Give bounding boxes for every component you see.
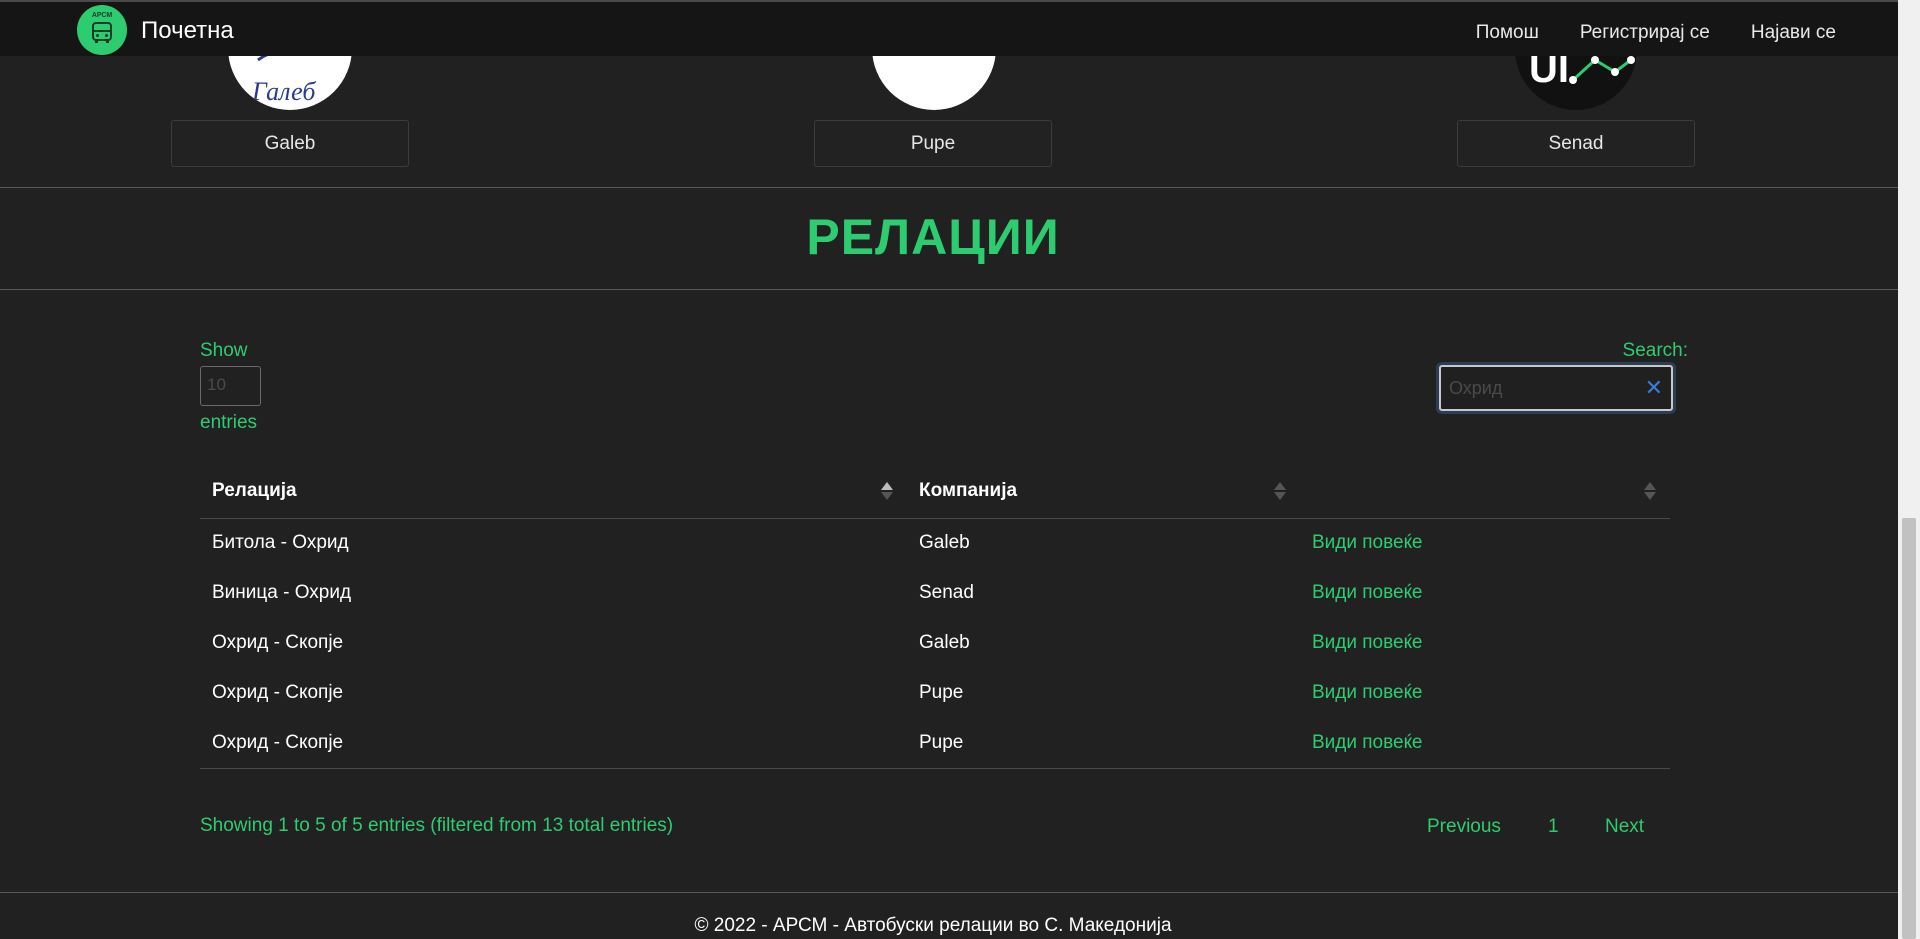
footer: © 2022 - АРСМ - Автобуски релации во С. … <box>694 915 1172 936</box>
table-row: Охрид - Скопје Galeb Види повеќе <box>200 619 1670 669</box>
company-cell: Pupe <box>919 732 964 753</box>
table-info: Showing 1 to 5 of 5 entries (filtered fr… <box>200 815 674 836</box>
page-scrollbar[interactable] <box>1898 0 1920 939</box>
entries-per-page-select[interactable]: 10 <box>200 366 261 406</box>
clear-search-icon[interactable]: ✕ <box>1645 375 1663 401</box>
pagination-previous[interactable]: Previous <box>1427 816 1501 838</box>
sort-asc-icon[interactable] <box>880 480 894 502</box>
view-more-link[interactable]: Види повеќе <box>1312 582 1422 604</box>
table-row: Виница - Охрид Senad Види повеќе <box>200 569 1670 619</box>
company-button-senad[interactable]: Senad <box>1457 120 1695 167</box>
nav-help[interactable]: Помош <box>1476 22 1539 44</box>
route-cell: Охрид - Скопје <box>212 632 344 653</box>
view-more-link[interactable]: Види повеќе <box>1312 632 1422 654</box>
company-button-pupe[interactable]: Pupe <box>814 120 1052 167</box>
route-cell: Виница - Охрид <box>212 582 352 603</box>
view-more-link[interactable]: Види повеќе <box>1312 532 1422 554</box>
table-header: Релација Компанија <box>200 464 1670 519</box>
section-title: РЕЛАЦИИ <box>806 209 1060 265</box>
company-cell: Senad <box>919 582 974 603</box>
bus-icon <box>92 22 112 43</box>
search-label: Search: <box>1622 340 1688 361</box>
route-cell: Охрид - Скопје <box>212 682 344 703</box>
pagination-next[interactable]: Next <box>1605 816 1644 838</box>
entries-label: entries <box>200 412 258 433</box>
show-label: Show <box>200 340 248 361</box>
table-row: Охрид - Скопје Pupe Види повеќе <box>200 669 1670 719</box>
view-more-link[interactable]: Види повеќе <box>1312 682 1422 704</box>
nav-login[interactable]: Најави се <box>1751 22 1836 44</box>
divider <box>0 187 1898 188</box>
pagination-page-1[interactable]: 1 <box>1548 816 1559 838</box>
view-more-link[interactable]: Види повеќе <box>1312 732 1422 754</box>
nav-links: Помош Регистрирај се Најави се <box>1435 22 1836 44</box>
company-cell: Pupe <box>919 682 964 703</box>
routes-table: Релација Компанија Битола - Охрид Galeb … <box>200 464 1670 769</box>
search-input[interactable]: Охрид ✕ <box>1439 365 1673 411</box>
company-button-galeb[interactable]: Galeb <box>171 120 409 167</box>
table-row: Охрид - Скопје Pupe Види повеќе <box>200 719 1670 769</box>
app-logo[interactable]: АРСМ <box>77 5 127 55</box>
company-cell: Galeb <box>919 632 970 653</box>
scrollbar-thumb[interactable] <box>1902 518 1916 939</box>
divider <box>0 289 1898 290</box>
search-input-value: Охрид <box>1449 378 1503 398</box>
sort-icon[interactable] <box>1273 480 1287 502</box>
navbar: АРСМ Почетна Помош Регистрирај се Најави… <box>0 0 1898 56</box>
route-cell: Охрид - Скопје <box>212 732 344 753</box>
svg-text:Галеб: Галеб <box>251 77 316 106</box>
table-row: Битола - Охрид Galeb Види повеќе <box>200 519 1670 569</box>
page: Галеб Galeb Pupe UI Senad РЕЛАЦИИ Show 1… <box>0 0 1898 939</box>
company-cell: Galeb <box>919 532 970 553</box>
column-header-company[interactable]: Компанија <box>919 480 1017 502</box>
column-header-route[interactable]: Релација <box>212 480 297 502</box>
route-cell: Битола - Охрид <box>212 532 349 553</box>
sort-icon[interactable] <box>1643 480 1657 502</box>
nav-register[interactable]: Регистрирај се <box>1580 22 1710 44</box>
divider <box>0 892 1898 893</box>
home-link[interactable]: Почетна <box>141 17 234 45</box>
logo-text: АРСМ <box>91 12 113 19</box>
